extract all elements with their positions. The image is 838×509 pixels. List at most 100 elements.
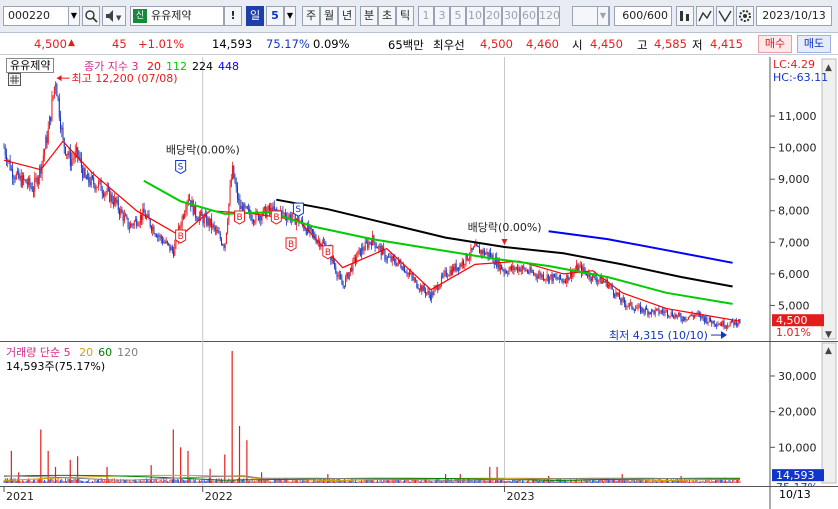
year-button[interactable]: 년 bbox=[338, 6, 356, 26]
low-label: 저 bbox=[692, 38, 703, 52]
candle-body bbox=[217, 230, 219, 233]
price-chart[interactable]: 5,0006,0007,0008,0009,00010,00011,000▲▼최… bbox=[0, 57, 838, 341]
stock-code-input[interactable]: 000220 bbox=[3, 6, 69, 26]
candle-body bbox=[427, 291, 429, 293]
turnover-pct: 0.09% bbox=[313, 37, 350, 51]
candle-body bbox=[691, 314, 693, 316]
candle-body bbox=[57, 96, 59, 98]
alert-button[interactable]: ! bbox=[224, 6, 242, 26]
interval-3-button[interactable]: 3 bbox=[434, 6, 450, 26]
x-axis-label: 2022 bbox=[205, 490, 233, 503]
candle-body bbox=[187, 199, 189, 202]
candle-body bbox=[498, 259, 500, 270]
week-button[interactable]: 주 bbox=[302, 6, 320, 26]
candle-body bbox=[185, 209, 187, 214]
period-dropdown-icon[interactable]: ▼ bbox=[284, 6, 296, 26]
candle-body bbox=[100, 180, 102, 191]
candle-body bbox=[445, 270, 447, 277]
volume-scrollbar[interactable] bbox=[821, 342, 837, 484]
candle-body bbox=[713, 320, 715, 325]
buy-button[interactable]: 매수 bbox=[758, 35, 792, 53]
interval-10-button[interactable]: 10 bbox=[466, 6, 484, 26]
candle-body bbox=[525, 270, 527, 272]
candle-body bbox=[26, 183, 28, 185]
candle-body bbox=[579, 265, 581, 267]
gear-icon[interactable] bbox=[736, 6, 754, 26]
candle-body bbox=[619, 293, 621, 300]
candle-body bbox=[114, 197, 116, 205]
count-value: 600 bbox=[622, 9, 644, 22]
candle-body bbox=[17, 170, 19, 174]
candle-body bbox=[112, 201, 114, 205]
candle-body bbox=[55, 84, 57, 87]
candle-body bbox=[389, 256, 391, 258]
search-icon[interactable] bbox=[82, 6, 100, 26]
code-dropdown-icon[interactable]: ▼ bbox=[68, 6, 80, 26]
candle-body bbox=[364, 241, 366, 251]
tick-button[interactable]: 틱 bbox=[396, 6, 414, 26]
candle-body bbox=[507, 272, 509, 274]
candle-body bbox=[10, 168, 12, 170]
interval-dropdown-icon[interactable]: ▼ bbox=[597, 6, 609, 26]
candle-body bbox=[18, 170, 20, 179]
candle-body bbox=[193, 205, 195, 215]
candle-body bbox=[653, 310, 655, 315]
period-day-button[interactable]: 일 bbox=[246, 6, 264, 26]
candle-body bbox=[227, 221, 229, 233]
volume-chart[interactable]: 10,00020,00030,000▲14,59375.17% bbox=[0, 341, 838, 486]
interval-30-button[interactable]: 30 bbox=[502, 6, 520, 26]
candle-body bbox=[405, 272, 407, 274]
date-field[interactable]: 2023/10/13 bbox=[756, 6, 832, 26]
candle-body bbox=[162, 239, 164, 243]
interval-5-button[interactable]: 5 bbox=[450, 6, 466, 26]
price-y-tick-label: 5,000 bbox=[778, 299, 810, 312]
candle-body bbox=[224, 243, 226, 248]
high-marker-label: 최고 12,200 (07/08) bbox=[72, 72, 178, 85]
candle-body bbox=[662, 310, 664, 312]
candle-body bbox=[566, 274, 568, 283]
volume-ratio: 75.17% bbox=[266, 37, 310, 51]
interval-60-button[interactable]: 60 bbox=[520, 6, 538, 26]
candle-body bbox=[309, 226, 311, 232]
line-tool-icon[interactable] bbox=[696, 6, 714, 26]
candle-body bbox=[105, 192, 107, 194]
bars-icon[interactable] bbox=[676, 6, 694, 26]
candle-body bbox=[39, 166, 41, 178]
table-icon[interactable] bbox=[8, 73, 21, 86]
candle-body bbox=[88, 173, 90, 183]
interval-1-button[interactable]: 1 bbox=[418, 6, 434, 26]
scale-icon[interactable] bbox=[716, 6, 734, 26]
candle-body bbox=[449, 269, 451, 276]
candle-body bbox=[252, 220, 254, 223]
candle-body bbox=[83, 168, 85, 178]
candle-body bbox=[53, 86, 55, 96]
sell-button[interactable]: 매도 bbox=[797, 35, 831, 53]
month-button[interactable]: 월 bbox=[320, 6, 338, 26]
interval-120-button[interactable]: 120 bbox=[538, 6, 560, 26]
candle-body bbox=[254, 221, 256, 223]
candle-body bbox=[558, 274, 560, 280]
candle-body bbox=[647, 309, 649, 315]
minute-button[interactable]: 분 bbox=[360, 6, 378, 26]
count-field[interactable]: 600/600 bbox=[614, 6, 672, 26]
volume-y-tick-label: 30,000 bbox=[778, 370, 817, 383]
candle-body bbox=[712, 320, 714, 324]
price-scrollbar[interactable] bbox=[821, 58, 837, 340]
candle-body bbox=[214, 227, 216, 231]
x-axis-label: 2021 bbox=[6, 490, 34, 503]
candle-body bbox=[659, 312, 661, 314]
interval-20-button[interactable]: 20 bbox=[484, 6, 502, 26]
stock-name-field[interactable]: 신 유유제약 bbox=[130, 6, 224, 26]
candle-body bbox=[442, 275, 444, 277]
period-number[interactable]: 5 bbox=[266, 6, 284, 26]
candle-body bbox=[723, 320, 725, 328]
candle-body bbox=[725, 325, 727, 328]
candle-body bbox=[418, 288, 420, 290]
second-button[interactable]: 초 bbox=[378, 6, 396, 26]
candle-body bbox=[598, 279, 600, 281]
candle-body bbox=[534, 273, 536, 275]
candle-body bbox=[557, 278, 559, 280]
volume-scroll-up-icon: ▲ bbox=[825, 346, 832, 356]
candle-body bbox=[268, 205, 270, 211]
speaker-icon[interactable]: ▼ bbox=[102, 6, 126, 26]
